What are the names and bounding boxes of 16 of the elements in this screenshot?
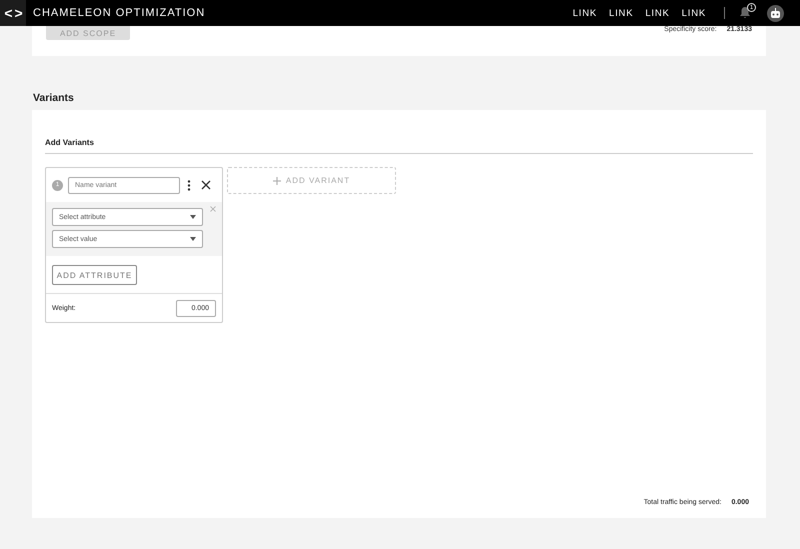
nav-link[interactable]: LINK — [682, 8, 706, 18]
section-heading: Variants — [33, 92, 75, 106]
nav-link[interactable]: LINK — [609, 8, 634, 18]
app-title: CHAMELEON OPTIMIZATION — [33, 7, 206, 19]
nav-link[interactable]: LINK — [572, 8, 598, 18]
caret-icon — [190, 237, 196, 241]
caret-icon — [190, 215, 196, 219]
more-icon[interactable] — [187, 180, 191, 190]
robot-avatar-icon[interactable] — [767, 4, 784, 22]
plus-icon — [272, 176, 281, 184]
bell-icon — [739, 6, 751, 19]
nav-link[interactable]: LINK — [645, 8, 670, 18]
add-attribute-button[interactable]: ADD ATTRIBUTE — [52, 265, 137, 285]
close-icon[interactable] — [201, 180, 211, 190]
panel-heading: Add Variants — [45, 138, 753, 154]
logo[interactable]: < > — [0, 0, 26, 26]
